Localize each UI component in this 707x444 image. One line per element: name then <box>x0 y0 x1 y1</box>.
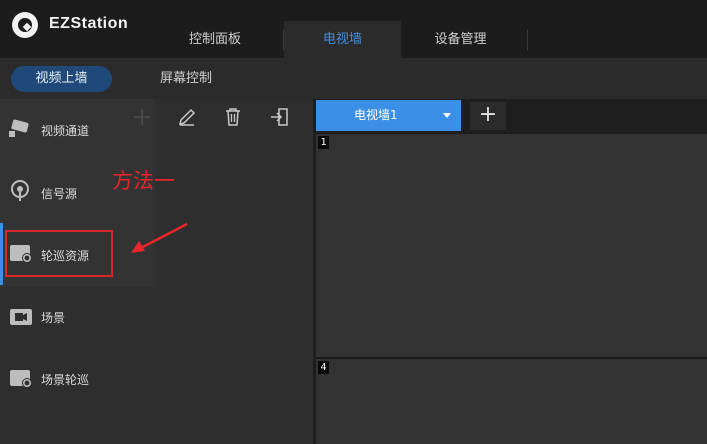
app-logo-icon <box>12 12 38 38</box>
export-icon[interactable] <box>268 106 290 128</box>
screen-number: 4 <box>318 361 329 374</box>
highlight-box <box>5 230 113 277</box>
tv-wall-tab[interactable]: 电视墙1 <box>316 100 461 131</box>
tv-wall-tab-label: 电视墙1 <box>354 108 398 122</box>
wall-screen[interactable]: 4 <box>316 359 707 444</box>
scene-icon <box>8 306 34 328</box>
camera-icon <box>8 117 34 139</box>
annotation-text: 方法一 <box>112 169 175 193</box>
tab-divider <box>527 30 528 50</box>
top-bar: EZStation 控制面板 电视墙 设备管理 <box>0 0 707 58</box>
add-wall-button[interactable]: + <box>470 102 506 130</box>
sidebar-item-label: 场景轮巡 <box>41 373 90 387</box>
delete-icon[interactable] <box>222 106 244 128</box>
sub-tab-bar: 视频上墙 屏幕控制 <box>0 58 707 99</box>
annotation-arrow-icon <box>131 222 188 253</box>
chevron-down-icon[interactable] <box>443 113 451 118</box>
tab-tv-wall[interactable]: 电视墙 <box>284 21 401 58</box>
wall-screen[interactable]: 1 <box>316 134 707 357</box>
tab-control-panel[interactable]: 控制面板 <box>160 21 270 58</box>
signal-source-icon <box>8 179 34 201</box>
sidebar-item-video-channel[interactable]: 视频通道 <box>0 99 150 161</box>
sidebar-item-label: 场景 <box>41 311 66 325</box>
screen-number: 1 <box>318 136 329 149</box>
edit-icon[interactable] <box>176 106 198 128</box>
app-title: EZStation <box>49 15 129 32</box>
sidebar-item-label: 视频通道 <box>41 124 90 138</box>
sidebar-item-scene-patrol[interactable]: 场景轮巡 <box>0 347 150 409</box>
sidebar-item-label: 信号源 <box>41 187 78 201</box>
sidebar-item-scene[interactable]: 场景 <box>0 285 150 347</box>
subtab-video-to-wall[interactable]: 视频上墙 <box>11 66 112 92</box>
tab-device-management[interactable]: 设备管理 <box>402 21 519 58</box>
scene-patrol-icon <box>8 368 34 390</box>
subtab-screen-control[interactable]: 屏幕控制 <box>132 66 240 92</box>
